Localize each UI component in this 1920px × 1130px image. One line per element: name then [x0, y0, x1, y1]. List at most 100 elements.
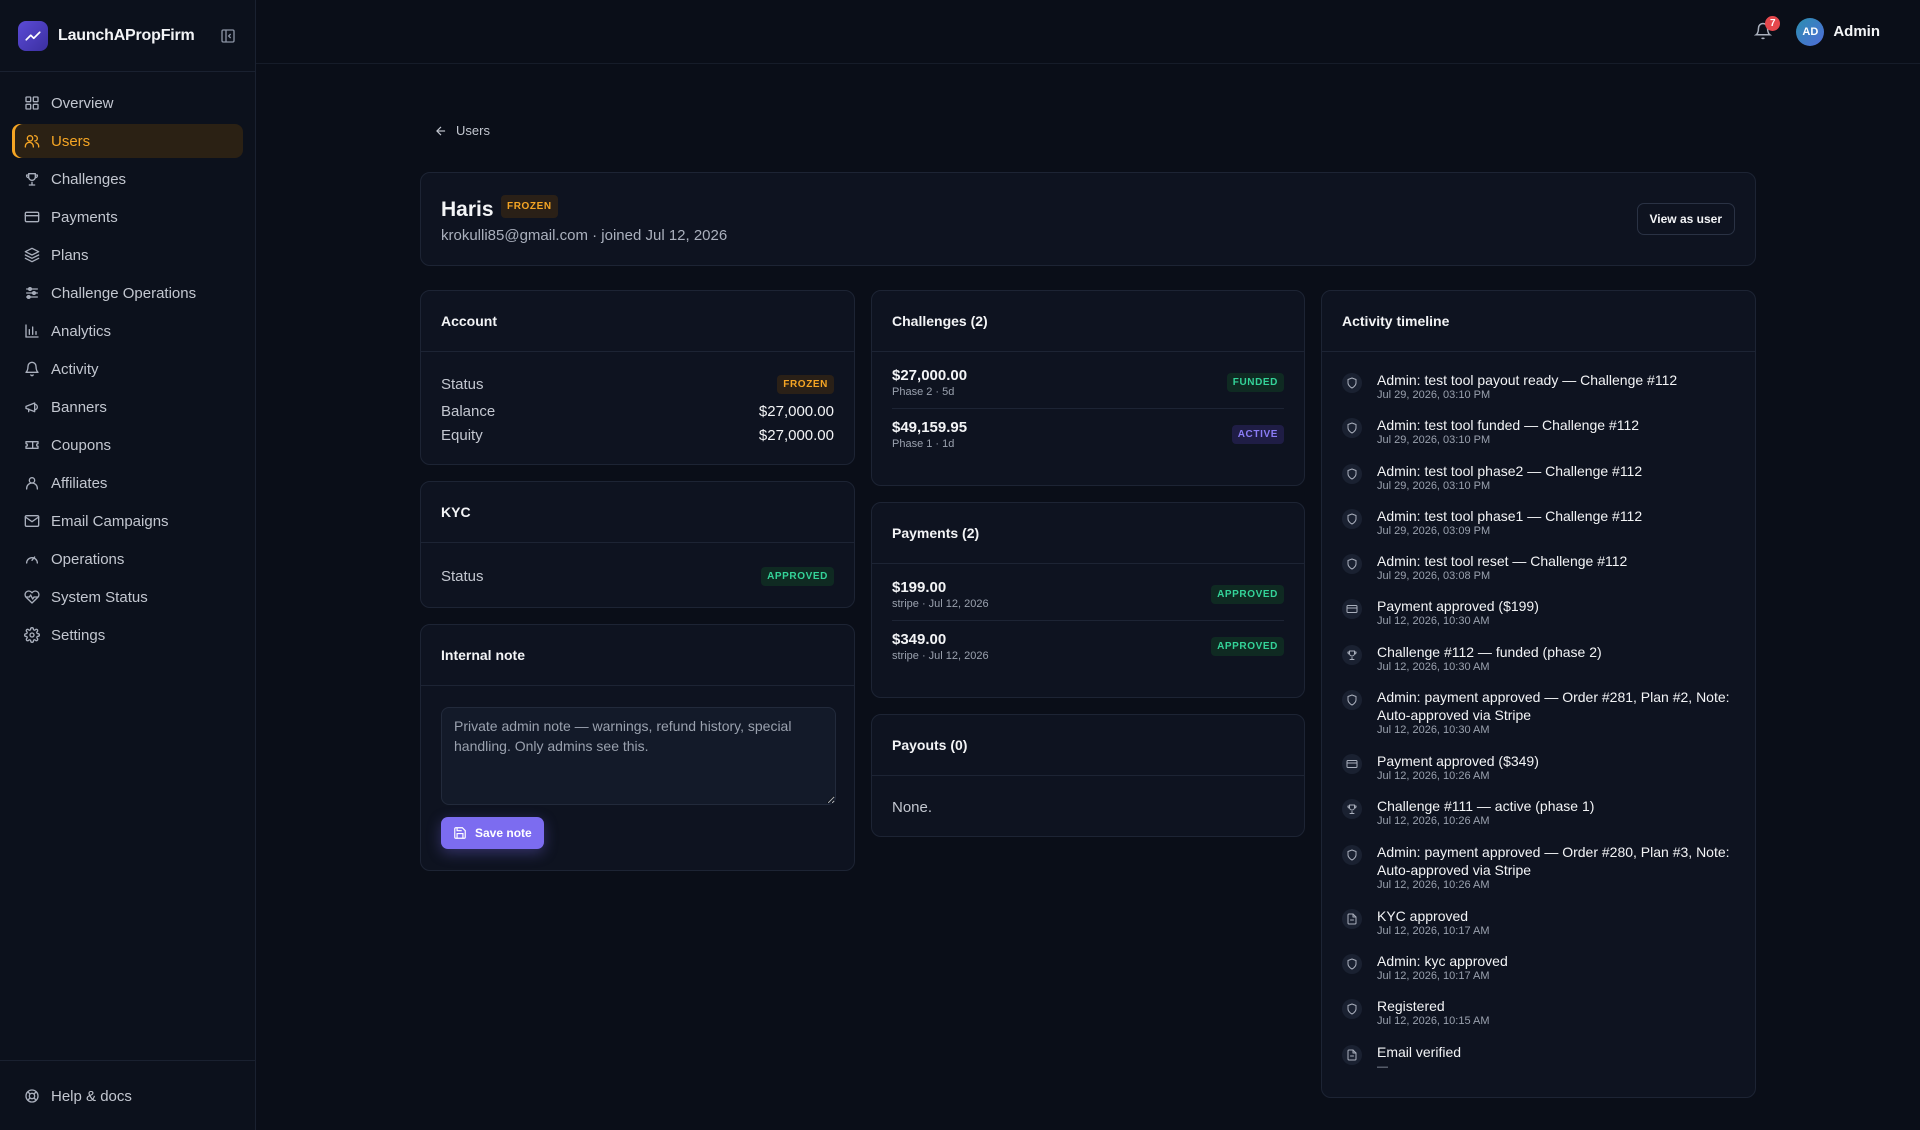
payment-status-badge: APPROVED	[1211, 637, 1284, 656]
sidebar-item-overview[interactable]: Overview	[12, 86, 243, 120]
timeline-item-text: Admin: test tool reset — Challenge #112	[1377, 553, 1628, 570]
sidebar-item-banners[interactable]: Banners	[12, 390, 243, 424]
sidebar-item-payments[interactable]: Payments	[12, 200, 243, 234]
save-icon	[453, 826, 467, 840]
bar-chart-icon	[24, 323, 40, 339]
balance-label: Balance	[441, 402, 496, 420]
shield-icon	[1342, 418, 1362, 439]
sidebar-item-challenge-operations[interactable]: Challenge Operations	[12, 276, 243, 310]
payouts-card: Payouts (0) None.	[871, 714, 1305, 837]
challenge-row[interactable]: $49,159.95 Phase 1 · 1d ACTIVE	[872, 409, 1304, 460]
avatar[interactable]: AD	[1796, 17, 1825, 46]
timeline-item-time: Jul 12, 2026, 10:26 AM	[1377, 770, 1490, 783]
sidebar-item-challenges[interactable]: Challenges	[12, 162, 243, 196]
timeline-item-text: Challenge #112 — funded (phase 2)	[1377, 643, 1602, 660]
credit-card-icon	[1342, 599, 1362, 620]
payouts-title: Payouts (0)	[872, 715, 1304, 776]
user-header-card: Haris FROZEN krokulli85@gmail.com · join…	[420, 172, 1756, 266]
challenge-row[interactable]: $27,000.00 Phase 2 · 5d FUNDED	[872, 357, 1304, 408]
sidebar-item-analytics[interactable]: Analytics	[12, 314, 243, 348]
account-status-row: Status FROZEN	[421, 372, 854, 396]
timeline-item: Registered Jul 12, 2026, 10:15 AM	[1322, 997, 1755, 1042]
timeline-item: KYC approved Jul 12, 2026, 10:17 AM	[1322, 907, 1755, 952]
user-status-badge: FROZEN	[501, 195, 558, 218]
users-icon	[24, 133, 40, 149]
payment-row[interactable]: $349.00 stripe · Jul 12, 2026 APPROVED	[872, 621, 1304, 672]
notifications-button[interactable]: 7	[1754, 15, 1781, 42]
sidebar-collapse-icon[interactable]	[219, 27, 237, 45]
internal-note-card: Internal note Save note	[420, 624, 855, 871]
timeline-item-text: Payment approved ($199)	[1377, 598, 1539, 615]
account-card: Account Status FROZEN Balance $27,000.00…	[420, 290, 855, 465]
timeline-item-text: Challenge #111 — active (phase 1)	[1377, 798, 1595, 815]
file-icon	[1342, 908, 1362, 929]
brand-logo-icon[interactable]	[18, 20, 48, 51]
sidebar-item-label: Payments	[51, 208, 118, 226]
sliders-icon	[24, 285, 40, 301]
timeline-item-text: Admin: test tool funded — Challenge #112	[1377, 417, 1640, 434]
sidebar-item-coupons[interactable]: Coupons	[12, 428, 243, 462]
challenge-status-badge: ACTIVE	[1231, 425, 1284, 444]
payment-sub: stripe · Jul 12, 2026	[892, 598, 989, 610]
sidebar-item-settings[interactable]: Settings	[12, 618, 243, 652]
timeline-list: Admin: test tool payout ready — Challeng…	[1322, 352, 1755, 1088]
internal-note-textarea[interactable]	[441, 707, 836, 805]
timeline-item-time: Jul 29, 2026, 03:10 PM	[1377, 479, 1491, 492]
payment-row[interactable]: $199.00 stripe · Jul 12, 2026 APPROVED	[872, 569, 1304, 620]
help-docs-link[interactable]: Help & docs	[12, 1079, 243, 1113]
shield-icon	[1342, 844, 1362, 865]
timeline-item: Admin: test tool phase1 — Challenge #112…	[1322, 507, 1755, 552]
internal-note-title: Internal note	[421, 625, 854, 686]
timeline-item-time: Jul 12, 2026, 10:17 AM	[1377, 924, 1490, 937]
payouts-empty-text: None.	[892, 798, 933, 816]
sidebar-item-plans[interactable]: Plans	[12, 238, 243, 272]
challenge-amount: $27,000.00	[892, 367, 968, 384]
kyc-card: KYC Status APPROVED	[420, 481, 855, 608]
user-name: Haris	[441, 198, 494, 221]
grid-icon	[24, 95, 40, 111]
view-as-user-button[interactable]: View as user	[1636, 203, 1735, 235]
timeline-item-time: Jul 12, 2026, 10:26 AM	[1377, 815, 1490, 828]
back-to-users-link[interactable]: Users	[434, 123, 490, 138]
kyc-status-label: Status	[441, 567, 484, 585]
user-meta: krokulli85@gmail.com · joined Jul 12, 20…	[441, 227, 728, 244]
sidebar-item-label: System Status	[51, 588, 148, 606]
save-note-label: Save note	[475, 826, 532, 840]
timeline-item: Admin: payment approved — Order #281, Pl…	[1322, 688, 1755, 752]
topbar: 7 AD Admin	[256, 0, 1920, 64]
payment-amount: $349.00	[892, 631, 947, 648]
ticket-icon	[24, 437, 40, 453]
timeline-item-time: Jul 29, 2026, 03:09 PM	[1377, 524, 1491, 537]
kyc-status-badge: APPROVED	[761, 566, 834, 586]
sidebar-item-label: Activity	[51, 360, 99, 378]
timeline-item-time: Jul 12, 2026, 10:15 AM	[1377, 1015, 1490, 1028]
sidebar-item-label: Challenges	[51, 170, 127, 188]
sidebar-item-label: Users	[51, 132, 91, 150]
save-note-button[interactable]: Save note	[441, 817, 544, 849]
sidebar-item-users[interactable]: Users	[12, 124, 243, 158]
payment-sub: stripe · Jul 12, 2026	[892, 650, 989, 662]
timeline-item-text: Admin: test tool payout ready — Challeng…	[1377, 372, 1678, 388]
timeline-item-text: Admin: payment approved — Order #281, Pl…	[1377, 689, 1730, 724]
payouts-empty-row: None.	[872, 794, 1304, 820]
timeline-item-time: —	[1377, 1060, 1388, 1073]
sidebar-item-system-status[interactable]: System Status	[12, 580, 243, 614]
timeline-item-time: Jul 12, 2026, 10:30 AM	[1377, 660, 1490, 673]
sidebar: LaunchAPropFirm Overview Users Challenges P…	[0, 0, 256, 1130]
sidebar-item-operations[interactable]: Operations	[12, 542, 243, 576]
sidebar-item-email-campaigns[interactable]: Email Campaigns	[12, 504, 243, 538]
account-equity-row: Equity $27,000.00	[421, 423, 854, 447]
balance-value: $27,000.00	[758, 402, 834, 420]
sidebar-item-affiliates[interactable]: Affiliates	[12, 466, 243, 500]
user-menu-name[interactable]: Admin	[1833, 23, 1880, 40]
sidebar-item-label: Settings	[51, 626, 106, 644]
payments-card: Payments (2) $199.00 stripe · Jul 12, 20…	[871, 502, 1305, 698]
gauge-icon	[24, 551, 40, 567]
equity-label: Equity	[441, 426, 483, 444]
sidebar-item-activity[interactable]: Activity	[12, 352, 243, 386]
equity-value: $27,000.00	[758, 426, 834, 444]
credit-card-icon	[1342, 754, 1362, 775]
user-icon	[24, 475, 40, 491]
shield-icon	[1342, 690, 1362, 711]
challenge-sub: Phase 2 · 5d	[892, 386, 955, 398]
